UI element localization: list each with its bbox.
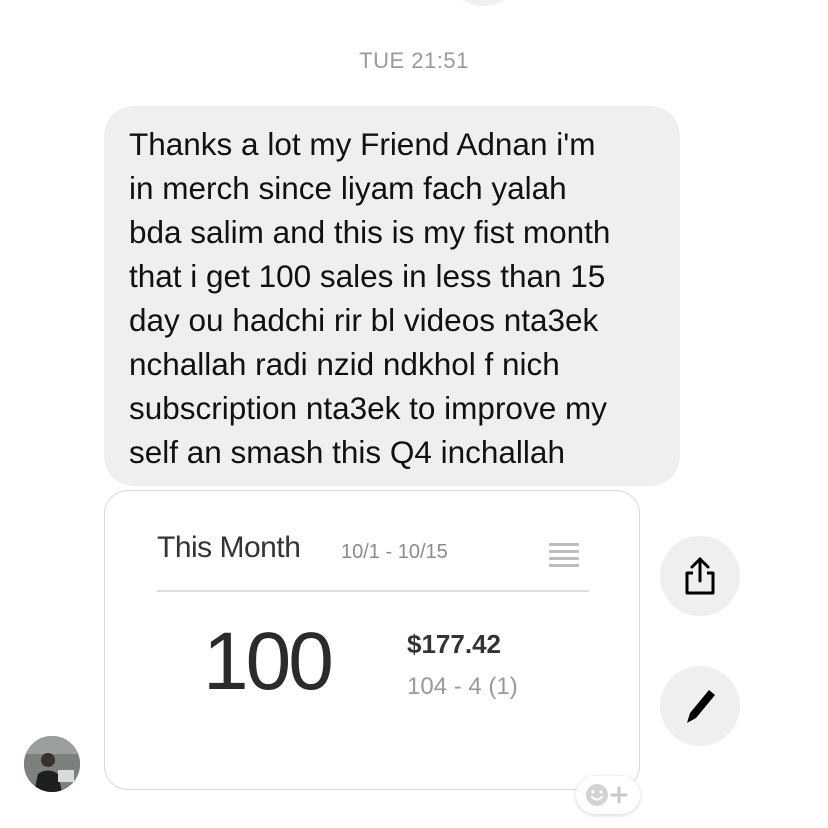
list-menu-icon (549, 543, 579, 569)
sales-amount: $177.42 (407, 629, 501, 659)
share-icon (685, 557, 715, 595)
message-bubble[interactable]: Thanks a lot my Friend Adnan i'm in merc… (104, 106, 680, 486)
previous-message-edge (444, 0, 522, 6)
card-title: This Month (157, 531, 301, 564)
attachment-image[interactable]: This Month 10/1 - 10/15 100 $177.42 104 … (104, 490, 640, 790)
share-button[interactable] (660, 536, 740, 616)
message-text: Thanks a lot my Friend Adnan i'm in merc… (129, 126, 611, 470)
emoji-add-icon (586, 784, 628, 806)
pencil-icon (687, 690, 715, 723)
avatar[interactable] (24, 736, 80, 792)
avatar-photo (24, 736, 80, 792)
card-date-range: 10/1 - 10/15 (341, 541, 448, 563)
sales-count: 100 (203, 616, 334, 707)
add-reaction-button[interactable] (576, 776, 640, 814)
sales-detail: 104 - 4 (1) (407, 673, 518, 700)
timestamp: TUE 21:51 (359, 48, 469, 73)
card-divider (157, 590, 589, 592)
edit-button[interactable] (660, 666, 740, 746)
